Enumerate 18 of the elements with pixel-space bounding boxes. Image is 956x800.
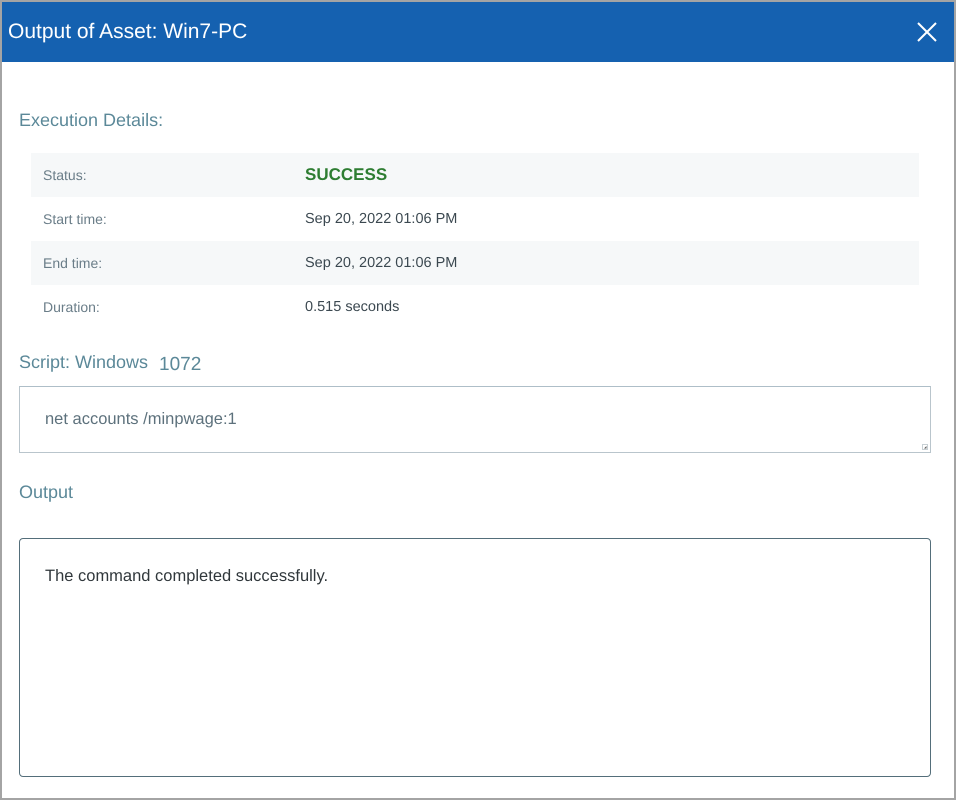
section-heading: Execution Details: [19,109,164,132]
detail-value: Sep 20, 2022 01:06 PM [305,211,458,227]
detail-label: Status: [42,167,88,183]
close-icon [917,22,937,42]
output-heading: Output [19,481,74,504]
script-heading: Script: Windows [19,351,148,374]
detail-value: Sep 20, 2022 01:06 PM [305,255,458,271]
script-number: 1072 [159,353,202,377]
detail-label: Start time: [42,211,108,227]
status-value: SUCCESS [305,165,388,185]
close-button[interactable] [917,22,937,42]
detail-label: Duration: [42,299,101,315]
detail-value: 0.515 seconds [305,299,400,315]
script-field[interactable]: net accounts /minpwage:1 [19,386,931,453]
resize-grip-icon[interactable] [922,444,928,450]
output-text: The command completed successfully. [45,567,328,585]
detail-label: End time: [42,255,104,271]
dialog-title: Output of Asset: Win7-PC [8,19,248,45]
